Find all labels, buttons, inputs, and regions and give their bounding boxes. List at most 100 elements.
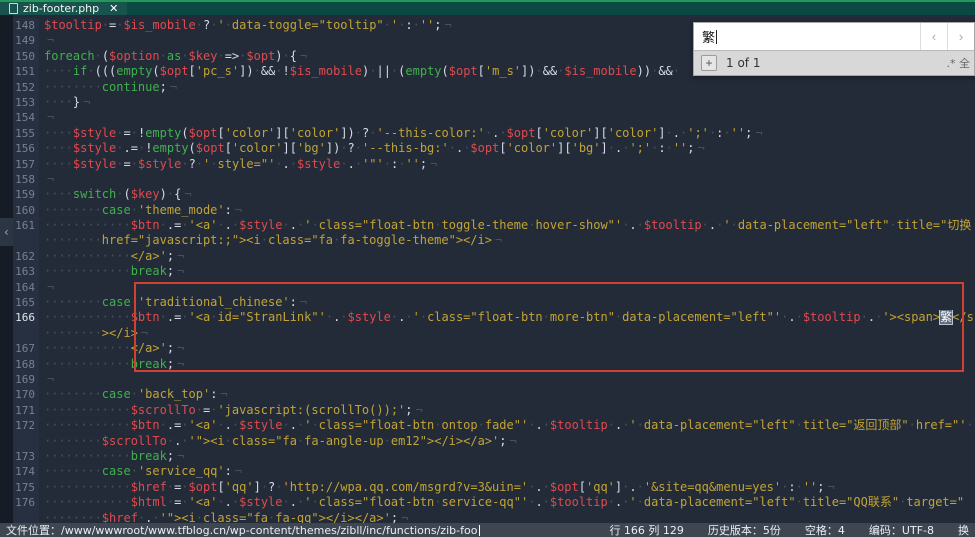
status-encoding[interactable]: 编码：UTF-8 — [869, 523, 934, 537]
status-indent-spaces[interactable]: 空格：4 — [805, 523, 845, 537]
line-number[interactable]: 168 — [13, 357, 39, 372]
line-number[interactable]: 165 — [13, 295, 39, 310]
code-line-158[interactable]: 158¬ — [13, 172, 975, 187]
code-token: '"><i — [189, 434, 225, 448]
search-next-button[interactable]: › — [947, 23, 974, 50]
tab-zib-footer-php[interactable]: zib-footer.php ✕ — [0, 2, 127, 15]
code-token: class="fa — [203, 511, 268, 524]
code-line-152[interactable]: 152········continue;¬ — [13, 80, 975, 95]
line-number[interactable]: 167 — [13, 341, 39, 356]
line-number[interactable]: 156 — [13, 141, 39, 156]
code-editor[interactable]: 148$tooltip·=·$is_mobile·?·'·data-toggle… — [13, 15, 975, 523]
line-number[interactable]: 160 — [13, 203, 39, 218]
code-line-wrap[interactable]: ········$href·.·'"><i·class="fa·fa-qq"><… — [13, 511, 975, 524]
code-line-168[interactable]: 168············break;¬ — [13, 357, 975, 372]
line-number[interactable]: 148 — [13, 18, 39, 33]
status-history-versions[interactable]: 历史版本：5份 — [708, 523, 781, 537]
code-line-wrap[interactable]: ········></i>¬ — [13, 326, 975, 341]
tab-close-icon[interactable]: ✕ — [109, 2, 118, 15]
code-token: } — [73, 95, 80, 109]
code-line-154[interactable]: 154¬ — [13, 110, 975, 125]
line-number[interactable]: 175 — [13, 480, 39, 495]
code-line-164[interactable]: 164¬ — [13, 280, 975, 295]
code-line-171[interactable]: 171············$scrollTo·=·'javascript:(… — [13, 403, 975, 418]
code-token: .= — [167, 218, 181, 232]
line-number[interactable]: 174 — [13, 464, 39, 479]
line-number[interactable]: 154 — [13, 110, 39, 125]
line-number[interactable]: 150 — [13, 49, 39, 64]
code-line-wrap[interactable]: ········$scrollTo·.·'"><i·class="fa·fa-a… — [13, 434, 975, 449]
line-number[interactable]: 170 — [13, 387, 39, 402]
code-token: : — [290, 295, 297, 309]
code-token: ; — [434, 18, 441, 32]
line-number[interactable]: 152 — [13, 80, 39, 95]
line-number[interactable]: 157 — [13, 157, 39, 172]
line-number[interactable] — [13, 326, 39, 341]
line-number[interactable]: 162 — [13, 249, 39, 264]
whitespace-dots: ············ — [44, 403, 131, 417]
line-number[interactable]: 153 — [13, 95, 39, 110]
line-number[interactable]: 161 — [13, 218, 39, 233]
search-prev-button[interactable]: ‹ — [920, 23, 947, 50]
line-number[interactable]: 159 — [13, 187, 39, 202]
line-number[interactable]: 163 — [13, 264, 39, 279]
code-line-173[interactable]: 173············break;¬ — [13, 449, 975, 464]
whitespace-dots: · — [723, 126, 730, 140]
search-add-button[interactable]: + — [701, 55, 717, 71]
line-number[interactable]: 166 — [13, 310, 39, 325]
status-cursor-position[interactable]: 行 166 列 129 — [609, 523, 683, 537]
line-number[interactable] — [13, 434, 39, 449]
code-line-161[interactable]: 161············$btn·.=·'<a'·.·$style·.·'… — [13, 218, 975, 233]
code-token: ; — [167, 264, 174, 278]
code-line-169[interactable]: 169¬ — [13, 372, 975, 387]
line-number[interactable]: 176 — [13, 495, 39, 510]
code-line-175[interactable]: 175············$href·=·$opt['qq']·?·'htt… — [13, 480, 975, 495]
code-line-163[interactable]: 163············break;¬ — [13, 264, 975, 279]
line-number[interactable]: 169 — [13, 372, 39, 387]
code-line-162[interactable]: 162············</a>';¬ — [13, 249, 975, 264]
editor-window: zib-footer.php ✕ ‹ 148$tooltip·=·$is_mob… — [0, 0, 975, 537]
line-number[interactable] — [13, 511, 39, 524]
search-input[interactable]: 繁 — [694, 23, 920, 50]
code-token: $scrollTo — [102, 434, 167, 448]
code-line-155[interactable]: 155····$style·=·!empty($opt['color']['co… — [13, 126, 975, 141]
line-number[interactable]: 151 — [13, 64, 39, 79]
search-options-toggles[interactable]: .* 全 — [947, 55, 971, 71]
code-token: = — [124, 157, 131, 171]
code-line-167[interactable]: 167············</a>';¬ — [13, 341, 975, 356]
code-line-160[interactable]: 160········case·'theme_mode':¬ — [13, 203, 975, 218]
whitespace-dots: · — [311, 418, 318, 432]
line-number[interactable]: 158 — [13, 172, 39, 187]
whitespace-dots: · — [702, 218, 709, 232]
code-line-156[interactable]: 156····$style·.=·!empty($opt['color']['b… — [13, 141, 975, 156]
whitespace-dots: · — [355, 126, 362, 140]
code-token: $style — [239, 218, 282, 232]
line-number[interactable]: 171 — [13, 403, 39, 418]
code-line-166[interactable]: 166············$btn·.=·'<a·id="StranLink… — [13, 310, 975, 325]
line-number[interactable]: 172 — [13, 418, 39, 433]
line-number[interactable]: 173 — [13, 449, 39, 464]
line-number[interactable]: 164 — [13, 280, 39, 295]
code-line-174[interactable]: 174········case·'service_qq':¬ — [13, 464, 975, 479]
status-line-ending[interactable]: 换 — [958, 523, 969, 537]
whitespace-dots: ········ — [44, 295, 102, 309]
whitespace-dots: · — [543, 310, 550, 324]
code-line-176[interactable]: 176············$html·=·'<a'·.·$style·.·'… — [13, 495, 975, 510]
code-line-153[interactable]: 153····}¬ — [13, 95, 975, 110]
code-line-170[interactable]: 170········case·'back_top':¬ — [13, 387, 975, 402]
sidebar-collapse-chevron-icon[interactable]: ‹ — [0, 218, 13, 246]
code-line-172[interactable]: 172············$btn·.=·'<a'·.·$style·.·'… — [13, 418, 975, 433]
code-line-165[interactable]: 165········case·'traditional_chinese':¬ — [13, 295, 975, 310]
whitespace-dots: · — [340, 157, 347, 171]
code-line-157[interactable]: 157····$style·=·$style·?·'·style="'·.·$s… — [13, 157, 975, 172]
code-token: ]) — [340, 126, 354, 140]
code-token: = — [124, 126, 131, 140]
line-number[interactable]: 149 — [13, 33, 39, 48]
code-token: $href — [131, 480, 167, 494]
code-token: ; — [167, 449, 174, 463]
line-number[interactable] — [13, 233, 39, 248]
whitespace-dots: · — [167, 495, 174, 509]
line-number[interactable]: 155 — [13, 126, 39, 141]
code-line-159[interactable]: 159····switch·($key)·{¬ — [13, 187, 975, 202]
code-line-wrap[interactable]: ········href="javascript:;"><i·class="fa… — [13, 233, 975, 248]
